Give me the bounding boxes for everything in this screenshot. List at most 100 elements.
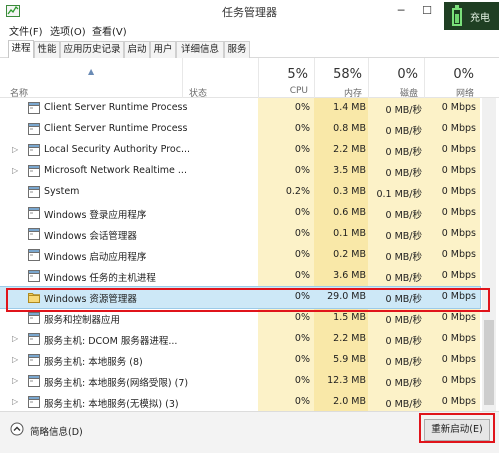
tab-processes[interactable]: 进程: [8, 40, 34, 58]
process-network: 0 Mbps: [441, 354, 476, 365]
minimize-icon: ─: [397, 4, 405, 17]
app-window-icon: [28, 270, 40, 282]
app-window-icon: [28, 165, 40, 177]
process-memory: 1.5 MB: [333, 312, 366, 323]
process-row[interactable]: ▷ Local Security Authority Proc... 0% 2.2 M…: [0, 140, 480, 161]
process-row[interactable]: Windows 启动应用程序 0% 0.2 MB 0 MB/秒 0 Mbps: [0, 245, 480, 266]
scrollbar-thumb[interactable]: [484, 320, 494, 405]
process-memory: 12.3 MB: [327, 375, 366, 386]
process-row[interactable]: Client Server Runtime Process 0% 0.8 MB 0 M…: [0, 119, 480, 140]
chevron-up-circle-icon[interactable]: [10, 422, 24, 436]
table-header: ▲ 名称 状态 5% CPU 58% 内存 0% 磁盘 0% 网络: [0, 58, 499, 99]
process-row[interactable]: Client Server Runtime Process 0% 1.4 MB 0 M…: [0, 98, 480, 119]
process-memory: 2.0 MB: [333, 396, 366, 407]
process-cpu: 0%: [294, 312, 310, 323]
process-row[interactable]: Windows 登录应用程序 0% 0.6 MB 0 MB/秒 0 Mbps: [0, 203, 480, 224]
process-row[interactable]: ▷ 服务主机: 本地服务(无模拟) (3) 0% 2.0 MB 0 MB/秒 0 Mbps: [0, 392, 480, 411]
tab-details[interactable]: 详细信息: [176, 41, 224, 58]
process-memory: 0.1 MB: [333, 228, 366, 239]
process-name: 服务主机: 本地服务(网络受限) (7): [44, 378, 189, 389]
cpu-column-label: CPU: [289, 86, 308, 96]
expand-arrow-icon[interactable]: ▷: [12, 334, 18, 343]
process-row[interactable]: System 0.2% 0.3 MB 0.1 MB/秒 0 Mbps: [0, 182, 480, 203]
process-disk: 0 MB/秒: [385, 378, 422, 389]
process-network: 0 Mbps: [441, 186, 476, 197]
column-memory-header[interactable]: 58% 内存: [314, 58, 368, 99]
expand-arrow-icon[interactable]: ▷: [12, 397, 18, 406]
column-network-header[interactable]: 0% 网络: [424, 58, 480, 99]
app-window-icon: [28, 375, 40, 387]
app-window-icon: [28, 354, 40, 366]
process-network: 0 Mbps: [441, 144, 476, 155]
process-name: Windows 登录应用程序: [44, 210, 147, 221]
process-network: 0 Mbps: [441, 375, 476, 386]
highlight-restart-button: [419, 413, 495, 443]
maximize-button[interactable]: ☐: [414, 1, 440, 21]
process-row[interactable]: Windows 会话管理器 0% 0.1 MB 0 MB/秒 0 Mbps: [0, 224, 480, 245]
process-disk: 0 MB/秒: [385, 147, 422, 158]
process-network: 0 Mbps: [441, 312, 476, 323]
menu-view[interactable]: 查看(V): [92, 23, 127, 38]
app-window-icon: [28, 102, 40, 114]
process-name: Windows 会话管理器: [44, 231, 137, 242]
tab-users[interactable]: 用户: [150, 41, 176, 58]
column-disk-header[interactable]: 0% 磁盘: [368, 58, 424, 99]
tab-startup[interactable]: 启动: [124, 41, 150, 58]
menu-file[interactable]: 文件(F): [9, 23, 43, 38]
app-window-icon: [28, 333, 40, 345]
tab-app-history[interactable]: 应用历史记录: [60, 41, 124, 58]
process-memory: 0.2 MB: [333, 249, 366, 260]
disk-total-percent: 0%: [397, 67, 418, 82]
column-status-header[interactable]: 状态: [182, 58, 258, 99]
process-cpu: 0%: [294, 270, 310, 281]
process-row[interactable]: ▷ Microsoft Network Realtime ... 0% 3.5 MB 0…: [0, 161, 480, 182]
network-total-percent: 0%: [453, 67, 474, 82]
process-disk: 0 MB/秒: [385, 336, 422, 347]
app-window-icon: [28, 123, 40, 135]
process-name: 服务主机: 本地服务 (8): [44, 357, 143, 368]
process-name: 服务主机: DCOM 服务器进程...: [44, 336, 178, 347]
process-name: Client Server Runtime Process: [44, 102, 188, 113]
process-row[interactable]: ▷ 服务主机: 本地服务(网络受限) (7) 0% 12.3 MB 0 MB/秒 0 Mb…: [0, 371, 480, 392]
highlight-selected-row: [6, 288, 490, 312]
tab-services[interactable]: 服务: [224, 41, 250, 58]
expand-arrow-icon[interactable]: ▷: [12, 355, 18, 364]
tab-performance[interactable]: 性能: [34, 41, 60, 58]
column-cpu-header[interactable]: 5% CPU: [258, 58, 314, 98]
fewer-details-link[interactable]: 简略信息(D): [30, 424, 83, 438]
menu-options[interactable]: 选项(O): [50, 23, 86, 38]
app-window-icon: [28, 186, 40, 198]
process-cpu: 0%: [294, 354, 310, 365]
process-name: Microsoft Network Realtime ...: [44, 165, 187, 176]
sort-ascending-icon: ▲: [88, 67, 95, 76]
title-bar: 任务管理器 ─ ☐: [0, 0, 499, 22]
minimize-button[interactable]: ─: [388, 1, 414, 21]
expand-arrow-icon[interactable]: ▷: [12, 166, 18, 175]
process-cpu: 0%: [294, 165, 310, 176]
process-network: 0 Mbps: [441, 228, 476, 239]
process-disk: 0 MB/秒: [385, 315, 422, 326]
process-disk: 0 MB/秒: [385, 357, 422, 368]
process-network: 0 Mbps: [441, 102, 476, 113]
process-row[interactable]: ▷ 服务主机: DCOM 服务器进程... 0% 2.2 MB 0 MB/秒 0 Mbps: [0, 329, 480, 350]
menu-bar: 文件(F) 选项(O) 查看(V): [0, 22, 499, 38]
process-memory: 2.2 MB: [333, 333, 366, 344]
expand-arrow-icon[interactable]: ▷: [12, 145, 18, 154]
expand-arrow-icon[interactable]: ▷: [12, 376, 18, 385]
app-window-icon: [28, 396, 40, 408]
process-disk: 0.1 MB/秒: [376, 189, 422, 200]
process-cpu: 0%: [294, 228, 310, 239]
process-memory: 0.8 MB: [333, 123, 366, 134]
process-row[interactable]: ▷ 服务主机: 本地服务 (8) 0% 5.9 MB 0 MB/秒 0 Mbps: [0, 350, 480, 371]
process-network: 0 Mbps: [441, 270, 476, 281]
process-row[interactable]: Windows 任务的主机进程 0% 3.6 MB 0 MB/秒 0 Mbps: [0, 266, 480, 287]
process-table: ▲ 名称 状态 5% CPU 58% 内存 0% 磁盘 0% 网络 Client…: [0, 58, 499, 411]
cpu-total-percent: 5%: [287, 67, 308, 82]
process-name: 服务和控制器应用: [44, 315, 121, 326]
process-network: 0 Mbps: [441, 249, 476, 260]
process-cpu: 0%: [294, 144, 310, 155]
process-cpu: 0%: [294, 123, 310, 134]
process-name: 服务主机: 本地服务(无模拟) (3): [44, 399, 179, 410]
process-list: Client Server Runtime Process 0% 1.4 MB 0 M…: [0, 98, 481, 411]
process-network: 0 Mbps: [441, 123, 476, 134]
